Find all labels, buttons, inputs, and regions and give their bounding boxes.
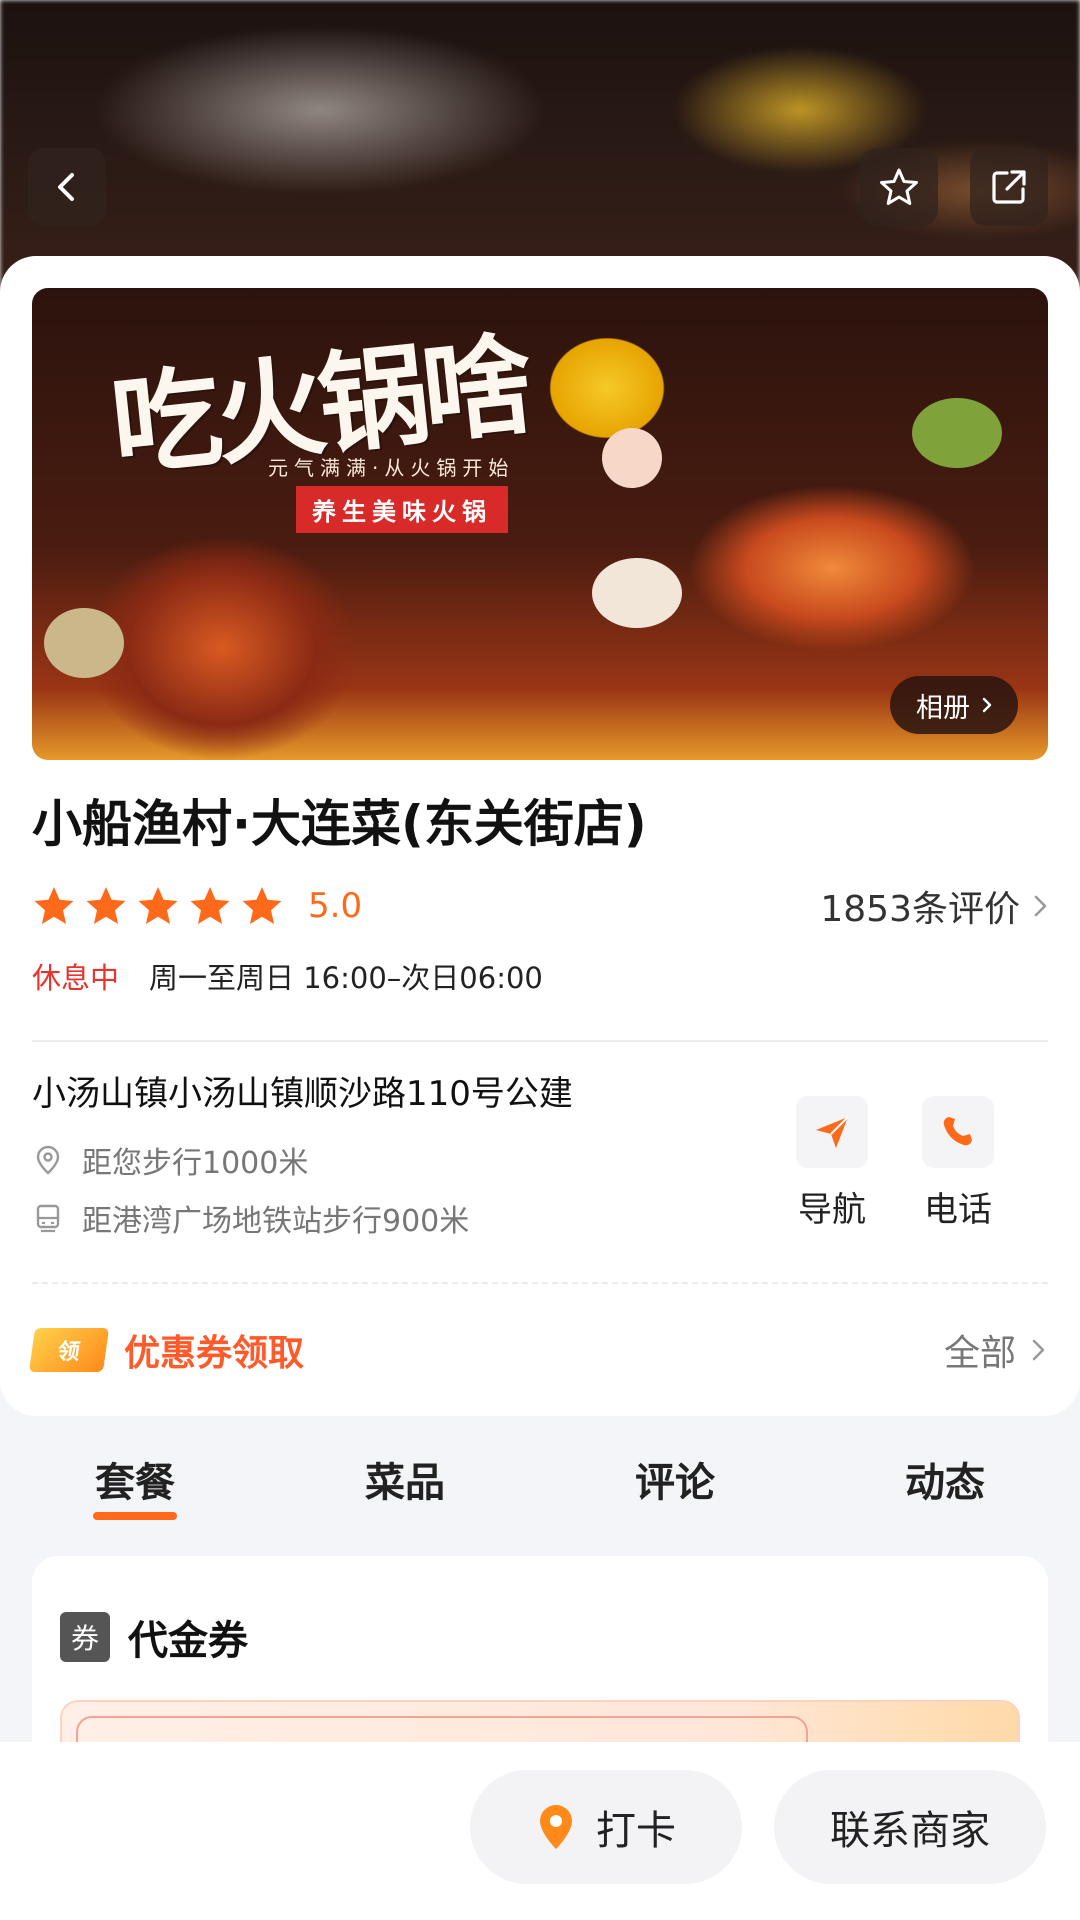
navigation-arrow-icon — [816, 1116, 849, 1148]
walking-distance-text: 距您步行1000米 — [82, 1146, 309, 1181]
album-button[interactable]: 相册 — [890, 676, 1018, 734]
rating-stars: 5.0 — [32, 884, 362, 928]
tab-label: 菜品 — [365, 1460, 445, 1506]
coupon-row[interactable]: 领 优惠券领取 全部 — [28, 1322, 1048, 1378]
star-filled-icon — [138, 887, 178, 924]
shop-banner-image[interactable]: 吃火锅啥 元气满满·从火锅开始 养生美味火锅 相册 — [32, 288, 1048, 760]
coupon-all-label: 全部 — [943, 1333, 1016, 1374]
active-tab-indicator — [93, 1512, 177, 1520]
section-tabs: 套餐 菜品 评论 动态 — [0, 1450, 1080, 1530]
status-badge: 休息中 — [32, 961, 120, 995]
call-icon-box — [922, 1096, 994, 1168]
bottom-action-bar: 打卡 联系商家 — [0, 1742, 1080, 1920]
reviews-count: 1853条评价 — [820, 889, 1020, 930]
checkin-label: 打卡 — [596, 1808, 676, 1854]
banner-slogan: 养生美味火锅 — [296, 486, 508, 533]
shop-info-card: 吃火锅啥 元气满满·从火锅开始 养生美味火锅 相册 小船渔村·大连菜(东关街店)… — [0, 256, 1080, 1416]
rating-value: 5.0 — [308, 886, 363, 926]
coupon-tag-icon: 领 — [28, 1328, 110, 1372]
chevron-right-icon — [1032, 1339, 1045, 1361]
business-hours-row: 休息中 周一至周日 16:00–次日06:00 — [32, 956, 543, 996]
banner-bowl-decoration — [912, 398, 1002, 468]
chevron-left-icon — [58, 173, 74, 201]
navigate-icon-box — [796, 1096, 868, 1168]
call-label: 电话 — [924, 1190, 992, 1230]
shop-address[interactable]: 小汤山镇小汤山镇顺沙路110号公建 — [32, 1066, 573, 1115]
call-button[interactable]: 电话 — [908, 1096, 1008, 1231]
share-icon — [992, 170, 1026, 204]
walking-distance: 距您步行1000米 — [32, 1140, 309, 1181]
tab-label: 评论 — [635, 1460, 715, 1506]
tab-label: 套餐 — [95, 1460, 175, 1506]
tab-dishes[interactable]: 菜品 — [270, 1450, 540, 1530]
album-label: 相册 — [916, 692, 970, 724]
reviews-link[interactable]: 1853条评价 — [820, 884, 1050, 930]
navigate-label: 导航 — [798, 1190, 866, 1230]
banner-tagline: 元气满满·从火锅开始 — [268, 456, 515, 480]
chevron-right-icon — [982, 697, 992, 713]
share-button[interactable] — [970, 148, 1048, 226]
checkin-button[interactable]: 打卡 — [470, 1770, 742, 1884]
coupon-title: 优惠券领取 — [124, 1333, 305, 1374]
tab-reviews[interactable]: 评论 — [540, 1450, 810, 1530]
subway-icon — [36, 1204, 60, 1233]
banner-bowl-decoration — [592, 558, 682, 628]
favorite-button[interactable] — [860, 148, 938, 226]
subway-distance: 距港湾广场地铁站步行900米 — [32, 1198, 470, 1239]
tab-package[interactable]: 套餐 — [0, 1450, 270, 1530]
location-pin-filled-icon — [540, 1805, 572, 1849]
contact-label: 联系商家 — [830, 1808, 990, 1854]
tab-label: 动态 — [905, 1460, 985, 1506]
voucher-icon: 券 — [60, 1612, 110, 1662]
back-button[interactable] — [28, 148, 106, 226]
business-hours: 周一至周日 16:00–次日06:00 — [149, 961, 543, 995]
star-filled-icon — [242, 887, 282, 924]
divider — [32, 1040, 1048, 1042]
banner-bowl-decoration — [44, 608, 124, 678]
banner-bowl-decoration — [602, 428, 662, 488]
chevron-right-icon — [1034, 895, 1047, 917]
star-outline-icon — [880, 168, 918, 205]
coupon-all-link[interactable]: 全部 — [944, 1324, 1048, 1376]
star-filled-icon — [86, 887, 126, 924]
tab-updates[interactable]: 动态 — [810, 1450, 1080, 1530]
star-filled-icon — [190, 887, 230, 924]
navigate-button[interactable]: 导航 — [782, 1096, 882, 1231]
voucher-title: 代金券 — [128, 1618, 248, 1664]
voucher-header: 券 代金券 — [60, 1612, 248, 1664]
contact-merchant-button[interactable]: 联系商家 — [774, 1770, 1046, 1884]
location-pin-icon — [36, 1145, 60, 1175]
phone-icon — [943, 1117, 972, 1146]
subway-distance-text: 距港湾广场地铁站步行900米 — [82, 1204, 470, 1239]
shop-name: 小船渔村·大连菜(东关街店) — [32, 795, 647, 853]
dashed-divider — [32, 1282, 1048, 1284]
star-filled-icon — [34, 887, 74, 924]
